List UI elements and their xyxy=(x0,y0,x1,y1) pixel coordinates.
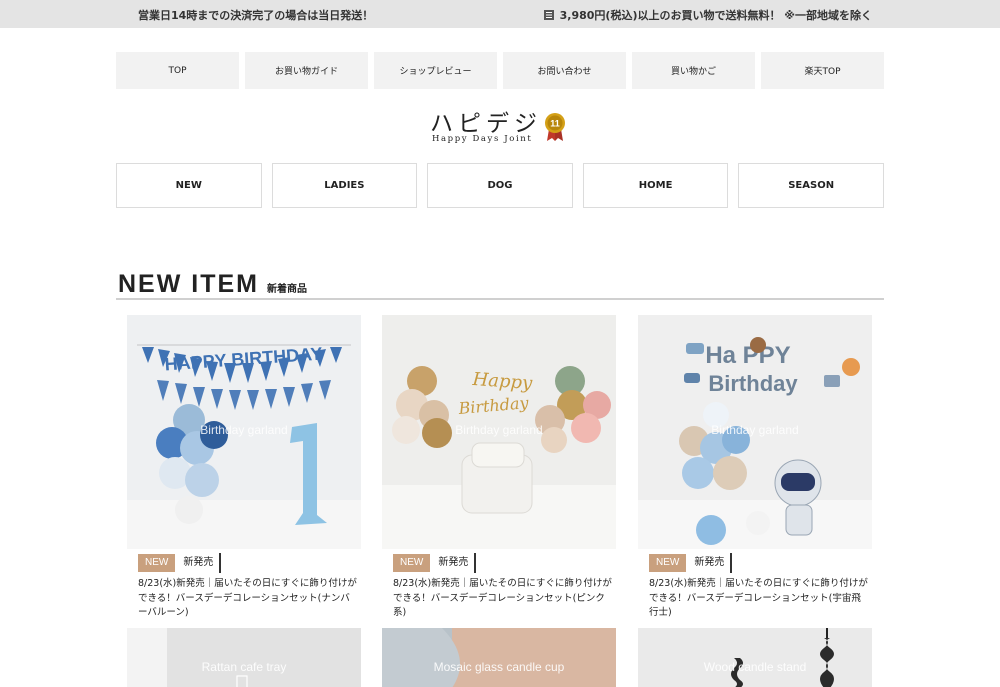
logo-japanese: ハピデジ xyxy=(430,111,542,137)
anniversary-badge-icon: 11 xyxy=(545,113,565,141)
announcement-bar: 営業日14時までの決済完了の場合は当日発送！ 3,980円(税込)以上のお買い物… xyxy=(0,0,1000,28)
logo-english: Happy Days Joint xyxy=(432,134,533,144)
new-badge: NEW xyxy=(649,554,687,572)
product-description[interactable]: 8/23(水)新発売｜届いたその日にすぐに飾り付けができる！バースデーデコレーシ… xyxy=(649,577,869,621)
product-image[interactable] xyxy=(382,628,616,687)
product-tags: NEW 新発売 xyxy=(649,553,733,573)
product-overlay-label: Birthday garland xyxy=(455,423,543,437)
category-ladies[interactable]: LADIES xyxy=(271,163,418,208)
nav-cart[interactable]: 買い物かご xyxy=(632,52,755,89)
product-card[interactable]: HAPPY BIRTHDAY Birthday garland NEW 新発売 … xyxy=(127,315,361,625)
product-card[interactable]: Mosaic glass candle cup xyxy=(382,628,616,687)
free-shipping-notice: 3,980円(税込)以上のお買い物で送料無料！ ※一部地域を除く xyxy=(543,7,872,23)
product-card[interactable]: Wood candle stand xyxy=(638,628,872,687)
section-title-jp: 新着商品 xyxy=(267,284,307,295)
global-nav: TOP お買い物ガイド ショップレビュー お問い合わせ 買い物かご 楽天TOP xyxy=(116,52,884,89)
svg-text:Happy: Happy xyxy=(471,369,534,394)
product-image[interactable] xyxy=(127,628,361,687)
product-card[interactable]: Ha PPY Birthday Birthday garland NEW 新発売… xyxy=(638,315,872,625)
nav-contact[interactable]: お問い合わせ xyxy=(503,52,626,89)
release-tag: 新発売 xyxy=(175,553,222,573)
nav-shopping-guide[interactable]: お買い物ガイド xyxy=(245,52,368,89)
category-home[interactable]: HOME xyxy=(582,163,729,208)
category-nav: NEW LADIES DOG HOME SEASON xyxy=(116,163,884,208)
nav-rakuten-top[interactable]: 楽天TOP xyxy=(761,52,884,89)
product-tags: NEW 新発売 xyxy=(393,553,477,573)
release-tag: 新発売 xyxy=(686,553,733,573)
product-overlay-label: Birthday garland xyxy=(711,423,799,437)
product-description[interactable]: 8/23(水)新発売｜届いたその日にすぐに飾り付けができる！バースデーデコレーシ… xyxy=(393,577,613,621)
svg-text:Birthday: Birthday xyxy=(708,371,798,396)
release-tag: 新発売 xyxy=(430,553,477,573)
badge-number: 11 xyxy=(550,119,560,129)
new-badge: NEW xyxy=(393,554,431,572)
section-title-en: NEW ITEM xyxy=(118,270,259,298)
product-card[interactable]: Rattan cafe tray xyxy=(127,628,361,687)
product-overlay-label: Birthday garland xyxy=(200,423,288,437)
product-description[interactable]: 8/23(水)新発売｜届いたその日にすぐに飾り付けができる！バースデーデコレーシ… xyxy=(138,577,358,621)
product-overlay-label: Rattan cafe tray xyxy=(201,660,287,674)
same-day-shipping-notice: 営業日14時までの決済完了の場合は当日発送！ xyxy=(138,9,374,22)
category-new[interactable]: NEW xyxy=(116,163,262,208)
product-image[interactable] xyxy=(638,628,872,687)
nav-top[interactable]: TOP xyxy=(116,52,239,89)
free-shipping-text: 3,980円(税込)以上のお買い物で送料無料！ ※一部地域を除く xyxy=(559,9,872,22)
nav-shop-review[interactable]: ショップレビュー xyxy=(374,52,497,89)
shop-logo[interactable]: ハピデジ Happy Days Joint 11 xyxy=(430,104,570,146)
product-overlay-label: Wood candle stand xyxy=(703,660,807,674)
category-season[interactable]: SEASON xyxy=(738,163,884,208)
section-heading: NEW ITEM 新着商品 xyxy=(118,270,307,299)
product-overlay-label: Mosaic glass candle cup xyxy=(433,660,565,674)
product-tags: NEW 新発売 xyxy=(138,553,222,573)
new-badge: NEW xyxy=(138,554,176,572)
category-dog[interactable]: DOG xyxy=(427,163,573,208)
section-divider xyxy=(116,298,884,300)
book-icon xyxy=(543,10,554,20)
svg-text:Ha PPY: Ha PPY xyxy=(705,342,790,369)
product-card[interactable]: Happy Birthday Birthday garland NEW 新発売 … xyxy=(382,315,616,625)
